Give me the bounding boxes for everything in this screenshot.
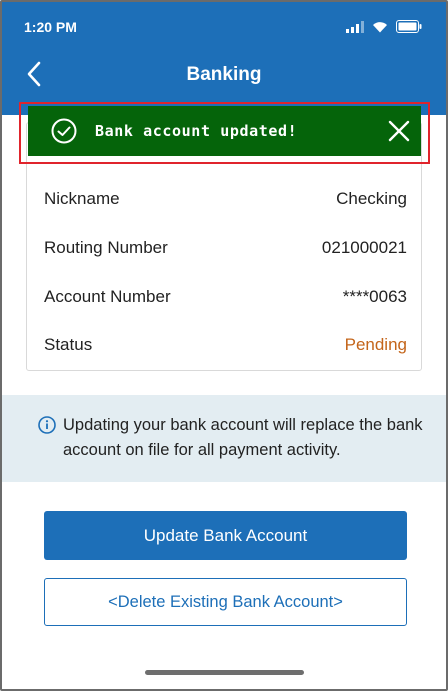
detail-label: Routing Number: [44, 238, 168, 257]
detail-row-account-number: Account Number ****0063: [44, 287, 407, 311]
app-header: 1:20 PM Banking: [2, 2, 446, 115]
close-icon: [388, 120, 410, 142]
detail-label: Nickname: [44, 189, 120, 208]
detail-label: Account Number: [44, 287, 171, 306]
success-toast: Bank account updated!: [28, 106, 421, 156]
check-circle-icon: [51, 118, 77, 144]
status-icons: [338, 20, 422, 33]
detail-value: Checking: [336, 189, 407, 208]
detail-value: 021000021: [321, 238, 407, 257]
phone-screen: 1:20 PM Banking Nickname Checking Routin…: [0, 0, 448, 691]
status-time: 1:20 PM: [24, 19, 77, 35]
toast-close-button[interactable]: [387, 119, 411, 143]
page-title: Banking: [186, 64, 262, 85]
detail-label: Status: [44, 335, 93, 354]
status-badge: Pending: [344, 335, 407, 354]
detail-row-routing-number: Routing Number 021000021: [44, 238, 407, 262]
detail-row-nickname: Nickname Checking: [44, 189, 407, 213]
update-bank-account-button[interactable]: Update Bank Account: [44, 511, 407, 560]
info-message: Updating your bank account will replace …: [63, 416, 423, 459]
battery-icon: [396, 20, 422, 33]
detail-row-status: Status Pending: [44, 335, 407, 359]
delete-bank-account-button[interactable]: <Delete Existing Bank Account>: [44, 578, 407, 626]
detail-value: ****0063: [342, 287, 407, 306]
wifi-icon: [372, 21, 388, 33]
signal-icon: [346, 20, 364, 33]
info-banner: Updating your bank account will replace …: [2, 395, 446, 482]
status-bar: 1:20 PM: [2, 2, 446, 42]
info-icon: [38, 416, 56, 434]
toast-message: Bank account updated!: [95, 122, 298, 140]
home-indicator[interactable]: [145, 670, 304, 675]
